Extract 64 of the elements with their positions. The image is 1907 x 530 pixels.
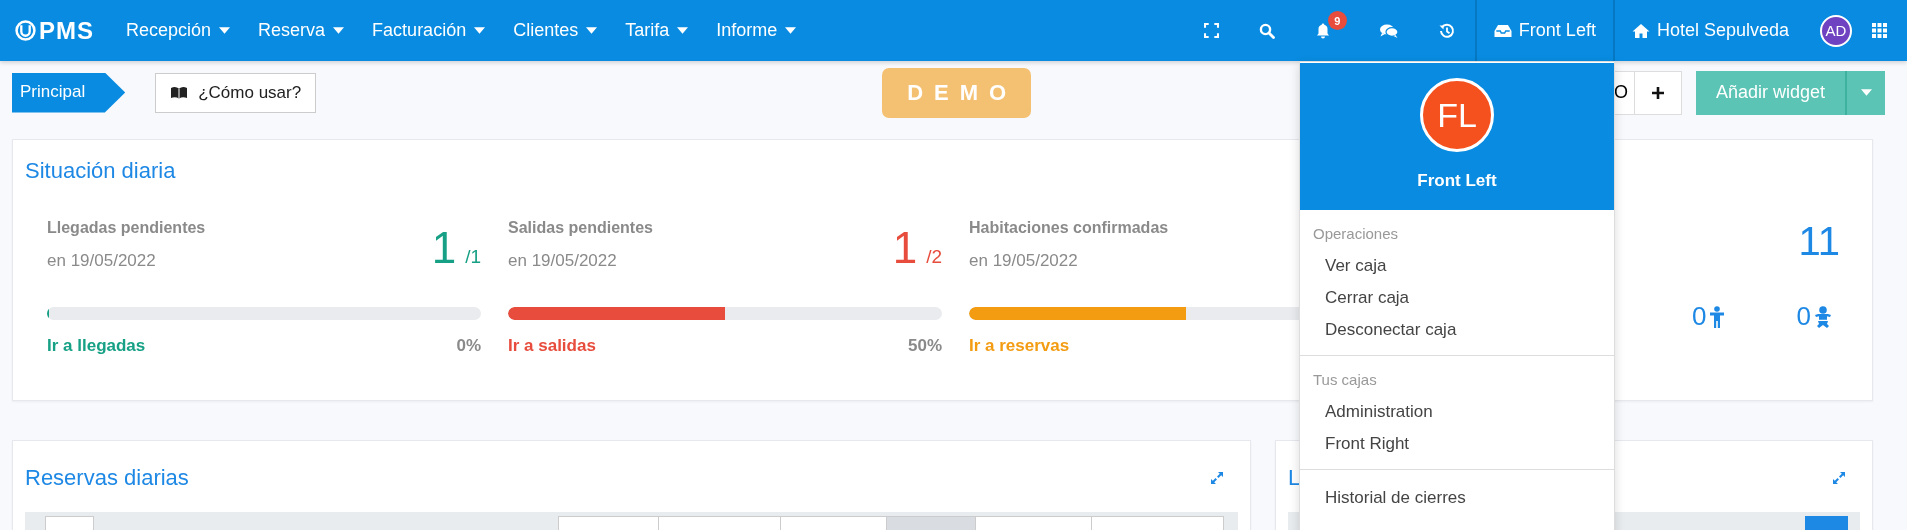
add-button[interactable] — [1634, 70, 1682, 115]
stat-link[interactable]: Ir a reservas — [969, 336, 1070, 356]
home-icon — [1631, 22, 1650, 39]
inbox-icon — [1493, 23, 1512, 38]
menu-item[interactable]: Ver caja — [1300, 250, 1614, 282]
menu-item[interactable]: Administration — [1300, 396, 1614, 428]
menu-section-heading: Tus cajas — [1312, 371, 1378, 388]
stat-title: Habitaciones confirmadas — [969, 219, 1169, 237]
card-title: L — [1288, 465, 1301, 491]
person-icon — [1709, 305, 1724, 328]
stat-percent: 0% — [456, 336, 481, 356]
breadcrumb[interactable]: Principal — [12, 72, 126, 113]
menu-item[interactable]: Facturación — [358, 20, 500, 41]
user-avatar[interactable]: AD — [1820, 14, 1852, 47]
stat-title: Salidas pendientes — [508, 219, 653, 237]
stat-date: en 19/05/2022 — [47, 251, 157, 271]
notification-count: 9 — [1327, 11, 1347, 30]
menu-item[interactable]: Front Right — [1300, 428, 1614, 460]
menu-item[interactable]: Cerrar caja — [1300, 282, 1614, 314]
expand-icon[interactable] — [1832, 471, 1846, 485]
menu-item[interactable]: Reserva — [244, 20, 359, 41]
menu-item[interactable]: Historial de cierres — [1300, 482, 1614, 514]
add-widget-button[interactable]: Añadir widget — [1695, 70, 1845, 115]
stat-date: en 19/05/2022 — [508, 251, 618, 271]
card-title: Situación diaria — [25, 158, 176, 184]
menu-item[interactable]: Desconectar caja — [1300, 314, 1614, 346]
menu-section-heading: Operaciones — [1312, 225, 1400, 242]
stat-percent: 50% — [907, 336, 942, 356]
stat-count: 1 /1 — [431, 223, 481, 273]
logo[interactable]: PMS — [15, 16, 94, 45]
caret-icon — [474, 27, 486, 34]
stat-link[interactable]: Ir a llegadas — [47, 336, 146, 356]
stat-title: Llegadas pendientes — [47, 219, 206, 237]
menu-item[interactable]: Recepción — [112, 20, 245, 41]
adult-count: 0 — [1692, 301, 1707, 332]
caret-icon — [677, 27, 689, 34]
caret-icon — [333, 27, 345, 34]
stat-link[interactable]: Ir a salidas — [508, 336, 596, 356]
card-title: Reservas diarias — [25, 465, 189, 491]
cash-register-button[interactable]: Front Left — [1476, 0, 1613, 61]
logo-icon — [15, 20, 36, 41]
hotel-button[interactable]: Hotel Sepulveda — [1614, 0, 1806, 61]
child-count: 0 — [1796, 301, 1811, 332]
expand-icon[interactable] — [1210, 471, 1224, 485]
bell-icon — [1314, 22, 1331, 39]
plus-icon — [1650, 85, 1665, 100]
notifications-button[interactable]: 9 — [1294, 0, 1359, 61]
menu-item[interactable]: Tarifa — [611, 20, 703, 41]
caret-icon — [785, 27, 797, 34]
caret-icon — [586, 27, 598, 34]
register-avatar: FL — [1420, 78, 1494, 152]
caret-icon — [219, 27, 231, 34]
menu-item[interactable]: Informe — [702, 20, 811, 41]
book-icon — [170, 86, 189, 99]
dropdown-toggle[interactable] — [1845, 70, 1885, 115]
register-name: Front Left — [1417, 171, 1497, 191]
stat-count: 1 /2 — [892, 223, 942, 273]
caret-icon — [1860, 89, 1872, 96]
baby-icon — [1814, 305, 1832, 328]
demo-badge: DEMO — [882, 67, 1032, 118]
help-button[interactable]: ¿Cómo usar? — [155, 72, 317, 113]
stat-date: en 19/05/2022 — [969, 251, 1079, 271]
menu-item[interactable]: Clientes — [499, 20, 612, 41]
room-count: 11 — [1798, 219, 1840, 264]
